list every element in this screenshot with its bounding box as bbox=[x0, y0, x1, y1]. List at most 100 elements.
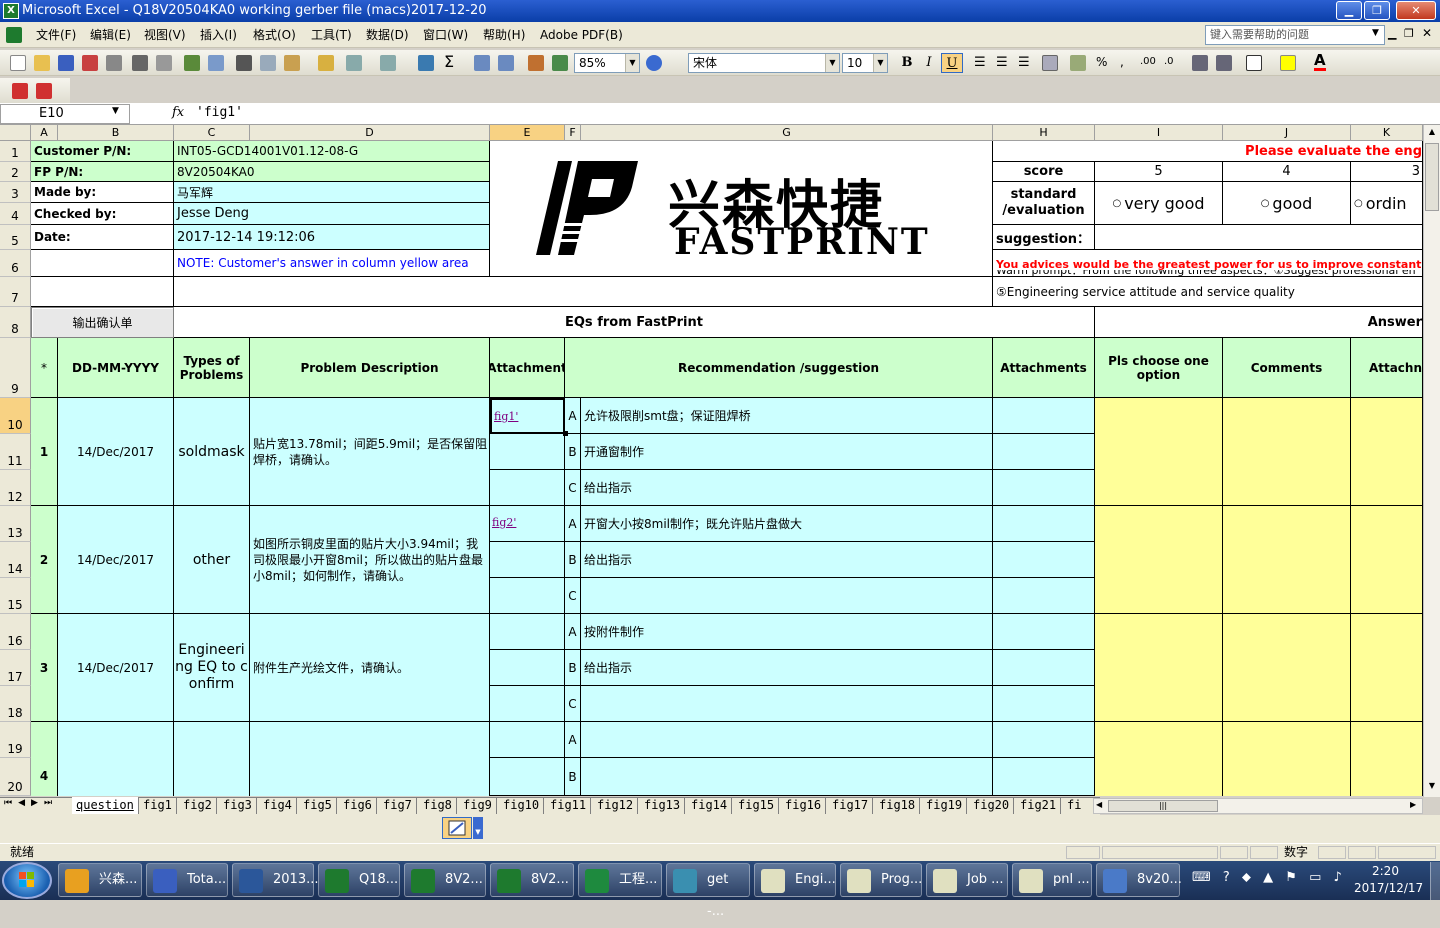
attachments-cell[interactable] bbox=[993, 650, 1095, 686]
font-size-select[interactable]: 10 ▼ bbox=[842, 53, 888, 73]
col-header[interactable]: G bbox=[581, 125, 993, 141]
very-good-option[interactable]: ○ very good bbox=[1095, 182, 1223, 225]
note-text[interactable]: NOTE: Customer's answer in column yellow… bbox=[174, 250, 490, 277]
row-header[interactable]: 13 bbox=[0, 506, 31, 542]
scroll-left-icon[interactable]: ◀ bbox=[1096, 800, 1102, 809]
doc-icon[interactable] bbox=[6, 27, 22, 43]
row-header[interactable]: 15 bbox=[0, 578, 31, 614]
attachn-input[interactable] bbox=[1351, 506, 1423, 614]
print-preview-icon[interactable] bbox=[156, 55, 172, 71]
option-text[interactable]: 允许极限削smt盘；保证阻焊桥 bbox=[581, 398, 993, 434]
taskbar-item[interactable]: Q18... bbox=[318, 863, 400, 897]
research-icon[interactable] bbox=[208, 55, 224, 71]
attachments-cell[interactable] bbox=[993, 614, 1095, 650]
option-key[interactable]: A bbox=[565, 398, 581, 434]
tab-fig14[interactable]: fig14 bbox=[687, 797, 733, 814]
taskbar-item[interactable]: Prog... bbox=[840, 863, 922, 897]
ordinary-option[interactable]: ○ ordin bbox=[1351, 182, 1423, 225]
comma-icon[interactable]: , bbox=[1120, 55, 1124, 69]
doc-restore-icon[interactable]: ❐ bbox=[1404, 27, 1414, 40]
eqs-title[interactable]: EQs from FastPrint bbox=[174, 307, 1095, 338]
row-header[interactable]: 17 bbox=[0, 650, 31, 686]
customer-pn-label[interactable]: Customer P/N: bbox=[31, 141, 174, 162]
fill-handle[interactable] bbox=[563, 431, 568, 436]
sort-ascending-icon[interactable] bbox=[474, 55, 490, 71]
date-label[interactable]: Date: bbox=[31, 225, 174, 250]
start-button[interactable] bbox=[2, 862, 52, 899]
menu-tools[interactable]: 工具(T) bbox=[311, 26, 352, 44]
tab-fig4[interactable]: fig4 bbox=[259, 797, 297, 814]
good-option[interactable]: ○ good bbox=[1223, 182, 1351, 225]
suggestion-input[interactable] bbox=[1095, 225, 1423, 250]
show-desktop-button[interactable] bbox=[1430, 862, 1440, 900]
scroll-down-icon[interactable]: ▼ bbox=[1425, 781, 1439, 795]
open-icon[interactable] bbox=[34, 55, 50, 71]
tab-fig13[interactable]: fig13 bbox=[640, 797, 686, 814]
paste-icon[interactable] bbox=[284, 55, 300, 71]
fp-pn-label[interactable]: FP P/N: bbox=[31, 162, 174, 182]
attachn-input[interactable] bbox=[1351, 398, 1423, 506]
option-text[interactable] bbox=[581, 722, 993, 758]
row-header[interactable]: 10 bbox=[0, 398, 31, 434]
attachments-cell[interactable] bbox=[993, 758, 1095, 796]
service-quality-text[interactable]: ⑤Engineering service attitude and servic… bbox=[993, 277, 1423, 307]
option-key[interactable]: C bbox=[565, 470, 581, 506]
radio-icon[interactable]: ○ bbox=[1354, 198, 1363, 209]
attachn-input[interactable] bbox=[1351, 614, 1423, 722]
option-key[interactable]: A bbox=[565, 722, 581, 758]
option-text[interactable]: 给出指示 bbox=[581, 470, 993, 506]
choose-option-input[interactable] bbox=[1095, 614, 1223, 722]
tab-more[interactable]: fi bbox=[1063, 797, 1085, 814]
help-icon[interactable] bbox=[646, 55, 662, 71]
attachments-cell[interactable] bbox=[993, 578, 1095, 614]
attachment-cell[interactable] bbox=[490, 686, 565, 722]
attachments-cell[interactable] bbox=[993, 470, 1095, 506]
clock-time[interactable]: 2:20 bbox=[1372, 864, 1399, 878]
attachments-header[interactable]: Attachments bbox=[993, 338, 1095, 398]
tab-fig11[interactable]: fig11 bbox=[546, 797, 592, 814]
eq-description[interactable]: 附件生产光绘文件，请确认。 bbox=[250, 614, 490, 722]
tab-fig16[interactable]: fig16 bbox=[781, 797, 827, 814]
tray-icons[interactable]: ⌨ ? ⬥ ▲ ⚑ ▭ ♪ bbox=[1192, 870, 1346, 885]
attachment-link-fig1[interactable]: fig1' bbox=[490, 398, 565, 434]
font-color-icon[interactable]: A bbox=[1314, 52, 1326, 71]
attachment-cell[interactable] bbox=[490, 614, 565, 650]
tab-fig10[interactable]: fig10 bbox=[499, 797, 545, 814]
pdf-email-icon[interactable] bbox=[36, 83, 52, 99]
clock-date[interactable]: 2017/12/17 bbox=[1354, 881, 1423, 895]
option-key[interactable]: B bbox=[565, 650, 581, 686]
restore-button[interactable]: ❐ bbox=[1364, 1, 1390, 20]
eq-date[interactable] bbox=[58, 722, 174, 796]
italic-button[interactable]: I bbox=[918, 53, 940, 73]
eq-description[interactable] bbox=[250, 722, 490, 796]
row-header[interactable]: 19 bbox=[0, 722, 31, 758]
option-text[interactable] bbox=[581, 578, 993, 614]
comments-input[interactable] bbox=[1223, 722, 1351, 796]
eq-date[interactable]: 14/Dec/2017 bbox=[58, 398, 174, 506]
star-header[interactable]: * bbox=[31, 338, 58, 398]
attachment-cell[interactable] bbox=[490, 578, 565, 614]
decrease-indent-icon[interactable] bbox=[1192, 55, 1208, 71]
attachment-cell[interactable] bbox=[490, 758, 565, 796]
help-dropdown-icon[interactable]: ▼ bbox=[1372, 28, 1379, 38]
attachments-cell[interactable] bbox=[993, 398, 1095, 434]
option-key[interactable]: B bbox=[565, 758, 581, 796]
cut-icon[interactable] bbox=[236, 55, 252, 71]
drawing-toggle-icon[interactable] bbox=[442, 817, 472, 839]
comments-input[interactable] bbox=[1223, 506, 1351, 614]
tab-fig7[interactable]: fig7 bbox=[379, 797, 417, 814]
taskbar-item[interactable]: 8v20... bbox=[1096, 863, 1182, 897]
standard-label[interactable]: standard /evaluation bbox=[993, 182, 1095, 225]
attachment-header[interactable]: Attachment bbox=[490, 338, 565, 398]
increase-indent-icon[interactable] bbox=[1216, 55, 1232, 71]
eq-description[interactable]: 如图所示铜皮里面的贴片大小3.94mil；我司极限最小开窗8mil；所以做出的贴… bbox=[250, 506, 490, 614]
new-icon[interactable] bbox=[10, 55, 26, 71]
row-header[interactable]: 2 bbox=[0, 162, 31, 182]
col-header[interactable]: I bbox=[1095, 125, 1223, 141]
col-header[interactable]: C bbox=[174, 125, 250, 141]
sort-descending-icon[interactable] bbox=[498, 55, 514, 71]
spreadsheet-grid[interactable]: Customer P/N: INT05-GCD14001V01.12-08-G … bbox=[31, 141, 1423, 796]
redo-icon[interactable] bbox=[380, 55, 396, 71]
tab-fig20[interactable]: fig20 bbox=[969, 797, 1015, 814]
row-header[interactable]: 6 bbox=[0, 250, 31, 277]
